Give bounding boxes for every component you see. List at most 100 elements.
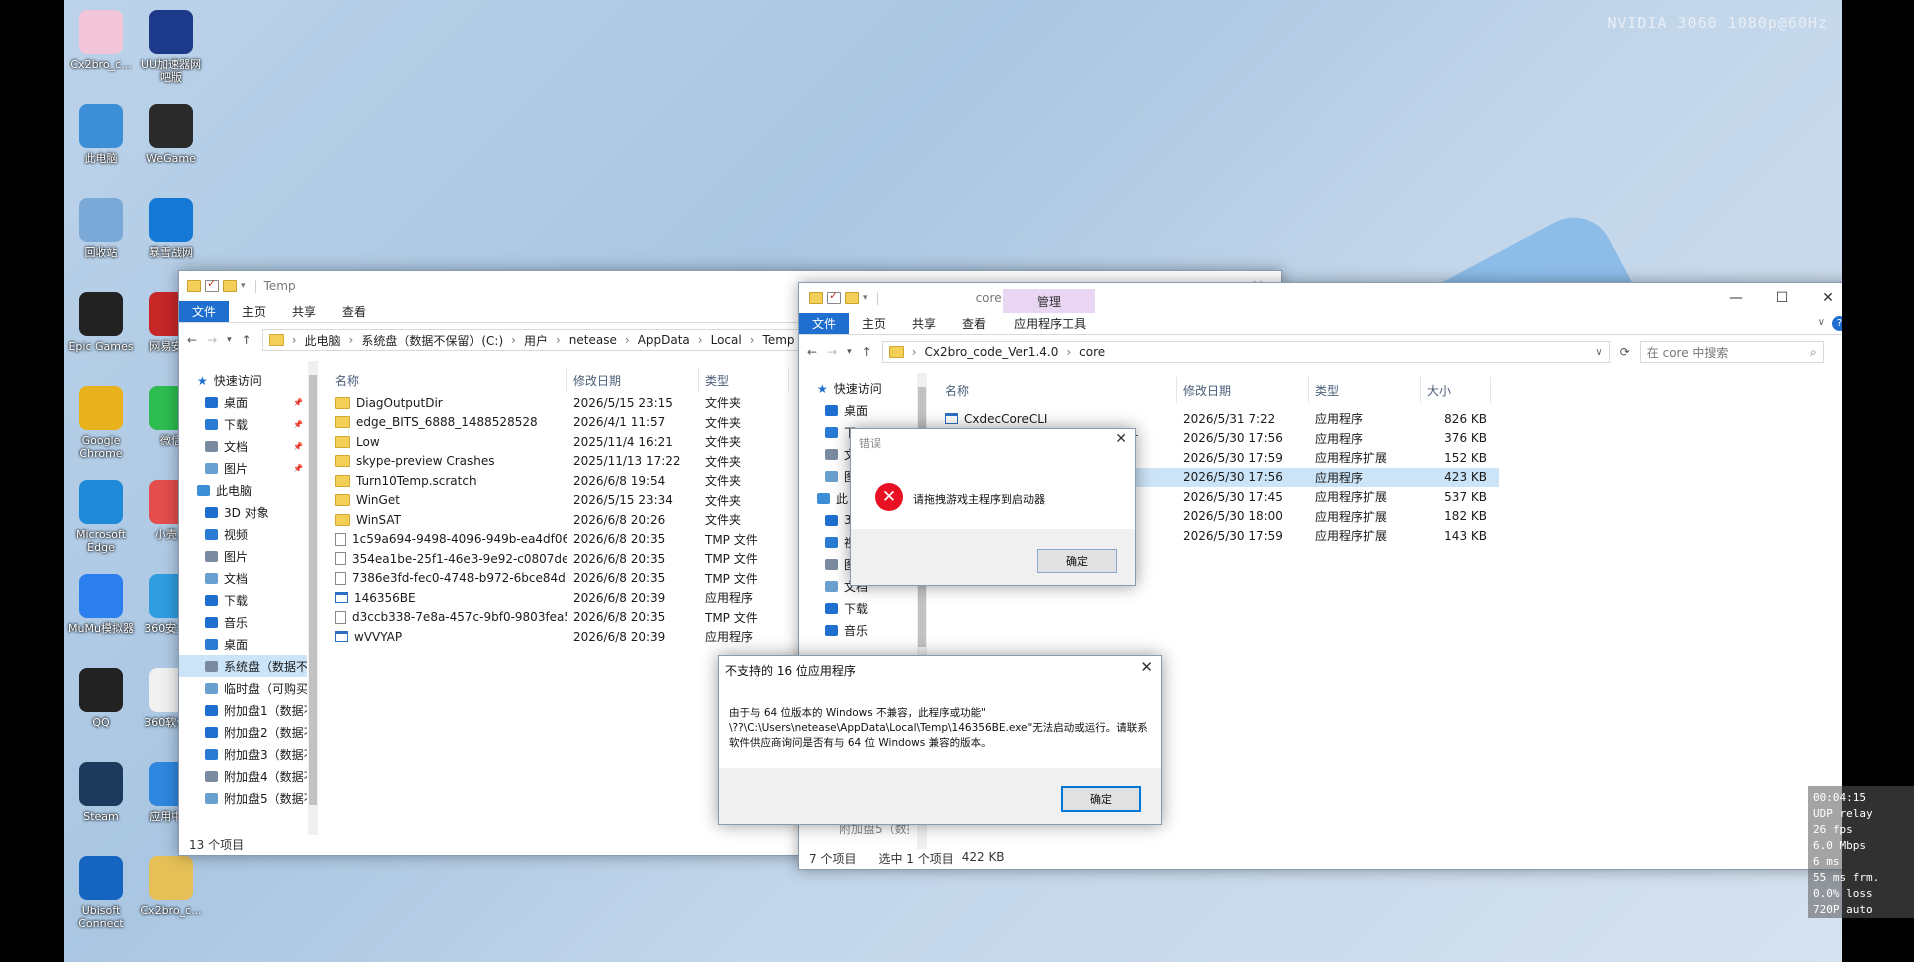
nav-scrollbar[interactable] (308, 361, 318, 835)
table-row[interactable]: DiagOutputDir 2026/5/15 23:15 文件夹 (329, 393, 789, 413)
ok-button[interactable]: 确定 (1037, 549, 1117, 573)
ribbon-tab[interactable]: 应用程序工具 (1001, 313, 1099, 334)
desktop-icon[interactable]: Epic Games (66, 292, 136, 353)
dropdown-icon[interactable]: ▾ (863, 293, 868, 303)
desktop-icon[interactable]: Microsoft Edge (66, 480, 136, 554)
breadcrumb-item[interactable]: 此电脑 (305, 332, 341, 349)
desktop-icon[interactable]: Cx2bro_c... (66, 10, 136, 71)
desktop-icon[interactable]: MuMu模拟器 (66, 574, 136, 635)
new-folder-icon[interactable] (223, 280, 237, 292)
nav-item[interactable]: 图片 📌 (179, 457, 307, 479)
breadcrumb-item[interactable]: core (1079, 345, 1105, 359)
nav-item[interactable]: 系统盘（数据不保 (179, 655, 307, 677)
table-row[interactable]: 354ea1be-25f1-46e3-9e92-c0807de8... 2026/… (329, 549, 789, 569)
dropdown-icon[interactable]: ▾ (241, 281, 246, 291)
ribbon-tab[interactable]: 共享 (279, 301, 329, 322)
column-header[interactable]: 修改日期 (567, 367, 699, 393)
ribbon-tab[interactable]: 主页 (229, 301, 279, 322)
ribbon-tab[interactable]: 查看 (949, 313, 999, 334)
history-dropdown-icon[interactable]: ▾ (847, 347, 852, 357)
up-icon[interactable]: ↑ (862, 345, 872, 359)
table-row[interactable]: Turn10Temp.scratch 2026/6/8 19:54 文件夹 (329, 471, 789, 491)
search-box[interactable]: 在 core 中搜索 ⌕ (1639, 341, 1824, 363)
nav-item[interactable]: 附加盘4（数据不 (179, 765, 307, 787)
breadcrumb-item[interactable]: netease (569, 333, 617, 347)
desktop-icon[interactable]: Ubisoft Connect (66, 856, 136, 930)
unsupported-16bit-dialog[interactable]: 不支持的 16 位应用程序 ✕ 由于与 64 位版本的 Windows 不兼容，… (718, 655, 1162, 825)
desktop-icon[interactable]: WeGame (136, 104, 206, 165)
nav-item[interactable]: 文档 (179, 567, 307, 589)
table-row[interactable]: 7386e3fd-fec0-4748-b972-6bce84d7... 2026/… (329, 569, 789, 589)
column-header[interactable]: 名称 (329, 367, 567, 393)
table-row[interactable]: 1c59a694-9498-4096-949b-ea4df06e... 2026/… (329, 530, 789, 550)
table-row[interactable]: edge_BITS_6888_1488528528 2026/4/1 11:57 文… (329, 413, 789, 433)
properties-icon[interactable] (205, 277, 219, 292)
help-icon[interactable]: ? (1832, 316, 1842, 331)
nav-item[interactable]: 下载 (799, 597, 917, 619)
nav-item[interactable]: 下载 (179, 589, 307, 611)
new-folder-icon[interactable] (845, 292, 859, 304)
scrollbar-thumb[interactable] (309, 375, 317, 805)
ribbon-expand-icon[interactable]: ∨ (1818, 317, 1825, 328)
ok-button[interactable]: 确定 (1061, 786, 1141, 812)
chevron-down-icon[interactable]: ∨ (1595, 347, 1602, 358)
column-header[interactable]: 名称 (939, 377, 1177, 403)
desktop-icon[interactable]: QQ (66, 668, 136, 729)
nav-item[interactable]: 附加盘1（数据不 (179, 699, 307, 721)
column-header[interactable]: 类型 (699, 367, 789, 393)
ribbon-tab[interactable]: 文件 (179, 301, 230, 322)
ribbon-tab[interactable]: 主页 (849, 313, 899, 334)
nav-item[interactable]: 文档 📌 (179, 435, 307, 457)
nav-item[interactable]: 下载 📌 (179, 413, 307, 435)
context-tab-manage[interactable]: 管理 (1003, 289, 1095, 313)
column-header[interactable]: 修改日期 (1177, 377, 1309, 403)
address-bar[interactable]: › Cx2bro_code_Ver1.4.0 › core ∨ (881, 341, 1610, 363)
nav-item[interactable]: 附加盘2（数据不 (179, 721, 307, 743)
title-bar[interactable]: ▾ | core (799, 283, 1842, 313)
table-row[interactable]: wVVYAP 2026/6/8 20:39 应用程序 (329, 627, 789, 647)
desktop-icon[interactable]: 回收站 (66, 198, 136, 259)
nav-item[interactable]: 此电脑 (179, 479, 307, 501)
ribbon-tab[interactable]: 查看 (329, 301, 379, 322)
table-row[interactable]: WinSAT 2026/6/8 20:26 文件夹 (329, 510, 789, 530)
desktop-icon[interactable]: 暴雪战网 (136, 198, 206, 259)
close-icon[interactable]: ✕ (1115, 431, 1127, 447)
breadcrumb-item[interactable]: Cx2bro_code_Ver1.4.0 (925, 345, 1059, 359)
table-row[interactable]: d3ccb338-7e8a-457c-9bf0-9803fea51... 2026… (329, 608, 789, 628)
nav-item[interactable]: 音乐 (799, 619, 917, 641)
back-icon[interactable]: ← (807, 345, 817, 359)
nav-item[interactable]: 临时盘（可购买 (179, 677, 307, 699)
nav-item[interactable]: 3D 对象 (179, 501, 307, 523)
table-row[interactable]: WinGet 2026/5/15 23:34 文件夹 (329, 491, 789, 511)
nav-item[interactable]: 音乐 (179, 611, 307, 633)
forward-icon[interactable]: → (827, 345, 837, 359)
breadcrumb-item[interactable]: Local (711, 333, 742, 347)
breadcrumb-item[interactable]: Temp (763, 333, 795, 347)
breadcrumb-item[interactable]: 系统盘（数据不保留）(C:) (361, 332, 503, 349)
nav-item[interactable]: ★ 快速访问 (179, 369, 307, 391)
table-row[interactable]: skype-preview Crashes 2025/11/13 17:22 文件夹 (329, 452, 789, 472)
nav-item[interactable]: 附加盘5（数据不 (179, 787, 307, 809)
close-icon[interactable]: ✕ (1805, 283, 1842, 313)
refresh-icon[interactable]: ⟳ (1620, 345, 1630, 359)
desktop-icon[interactable]: Cx2bro_c... (136, 856, 206, 917)
forward-icon[interactable]: → (207, 333, 217, 347)
nav-item[interactable]: ★ 快速访问 (799, 377, 917, 399)
desktop-icon[interactable]: Steam (66, 762, 136, 823)
properties-icon[interactable] (827, 289, 841, 304)
desktop-icon[interactable]: UU加速器网吧版 (136, 10, 206, 84)
table-row[interactable]: CxdecCoreCLI 2026/5/31 7:22 应用程序 826 KB (939, 409, 1499, 429)
close-icon[interactable]: ✕ (1140, 658, 1153, 676)
maximize-icon[interactable]: ☐ (1759, 283, 1805, 313)
nav-item[interactable]: 视频 (179, 523, 307, 545)
table-row[interactable]: 146356BE 2026/6/8 20:39 应用程序 (329, 588, 789, 608)
error-dialog[interactable]: 错误 ✕ ✕ 请拖拽游戏主程序到启动器 确定 (850, 428, 1136, 586)
column-header[interactable]: 类型 (1309, 377, 1421, 403)
up-icon[interactable]: ↑ (242, 333, 252, 347)
minimize-icon[interactable]: — (1713, 283, 1759, 313)
history-dropdown-icon[interactable]: ▾ (227, 335, 232, 345)
table-row[interactable]: Low 2025/11/4 16:21 文件夹 (329, 432, 789, 452)
breadcrumb-item[interactable]: 用户 (524, 332, 548, 349)
nav-item[interactable]: 桌面 📌 (179, 391, 307, 413)
nav-item[interactable]: 图片 (179, 545, 307, 567)
